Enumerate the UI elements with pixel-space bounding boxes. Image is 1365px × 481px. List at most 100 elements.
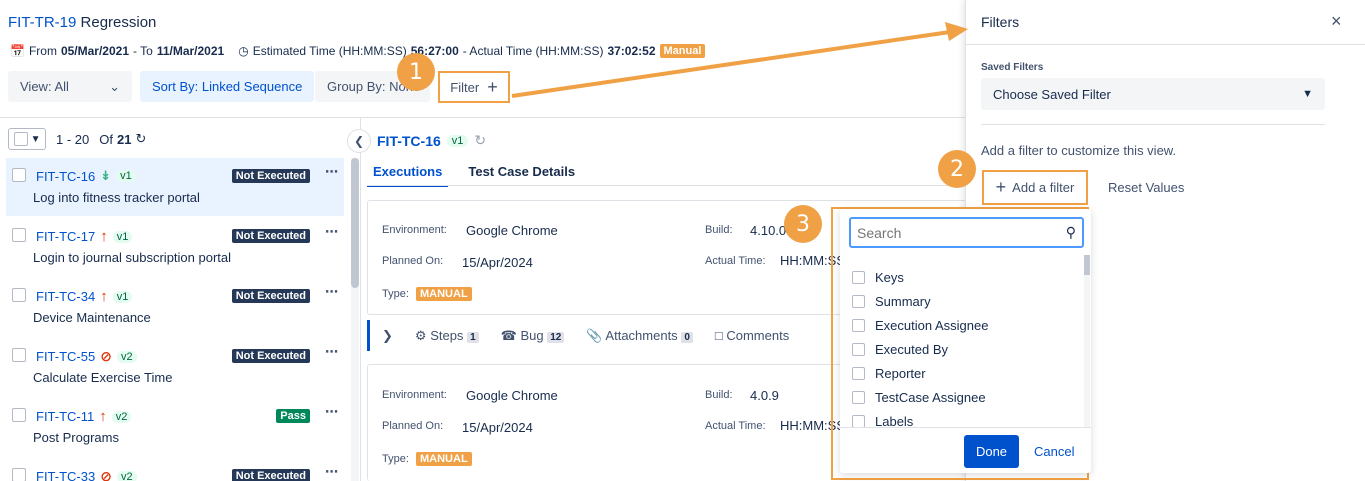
filter-hint: Add a filter to customize this view. (981, 143, 1177, 158)
row-checkbox[interactable] (12, 468, 26, 481)
select-all-checkbox[interactable] (13, 132, 28, 146)
filter-option[interactable]: Reporter (852, 361, 988, 385)
reset-values-button[interactable]: Reset Values (1108, 180, 1184, 195)
list-item[interactable]: FIT-TC-11 ↑ v2 Post Programs Pass ⋯ (6, 398, 344, 456)
chevron-down-icon: ▼ (30, 133, 41, 145)
saved-filters-label: Saved Filters (981, 62, 1044, 73)
drawer-title: Filters (981, 14, 1020, 30)
priority-high-icon: ↑ (100, 228, 108, 245)
priority-high-icon: ↑ (100, 288, 108, 305)
more-icon[interactable]: ⋯ (325, 344, 338, 360)
comments-tab[interactable]: □ Comments (715, 328, 789, 343)
test-run-key[interactable]: FIT-TR-19 (8, 14, 76, 31)
filter-option[interactable]: Summary (852, 289, 988, 313)
more-icon[interactable]: ⋯ (325, 464, 338, 480)
type-badge: Manual (659, 44, 706, 58)
attachments-tab[interactable]: 📎 Attachments 0 (586, 328, 693, 344)
list-item[interactable]: FIT-TC-33 ⊘ v2 Not Executed ⋯ (6, 458, 344, 481)
row-checkbox[interactable] (12, 408, 26, 422)
option-checkbox[interactable] (852, 342, 865, 356)
list-item[interactable]: FIT-TC-16 ↡ v1 Log into fitness tracker po… (6, 158, 344, 216)
option-checkbox[interactable] (852, 366, 865, 380)
divider (0, 117, 965, 118)
planned-on-value: 15/Apr/2024 (462, 255, 533, 270)
search-input[interactable] (857, 224, 1057, 241)
collapse-panel-button[interactable]: ❮ (347, 129, 371, 153)
search-icon: ⚲ (1065, 224, 1076, 240)
priority-low-icon: ↡ (100, 168, 112, 183)
status-badge: Not Executed (231, 169, 310, 183)
build-value: 4.10.0 (750, 223, 787, 238)
status-badge: Not Executed (231, 229, 310, 243)
row-checkbox[interactable] (12, 348, 26, 362)
type-badge: MANUAL (416, 287, 472, 301)
option-checkbox[interactable] (852, 390, 865, 404)
plus-icon: + (995, 177, 1007, 197)
row-checkbox[interactable] (12, 168, 26, 182)
calendar-icon: 📅 (10, 44, 25, 58)
done-button[interactable]: Done (964, 435, 1019, 468)
execution-actions: ❯ ⚙ Steps 1 ☎ Bug 12 📎 Attachments 0 □ C… (367, 320, 837, 351)
list-total: 21 (116, 131, 132, 147)
refresh-icon[interactable]: ↻ (135, 131, 146, 147)
search-field[interactable]: ⚲ (849, 217, 1084, 248)
option-checkbox[interactable] (852, 294, 865, 308)
list-item[interactable]: FIT-TC-34 ↑ v1 Device Maintenance Not Exec… (6, 278, 344, 336)
environment-value: Google Chrome (466, 223, 558, 238)
option-checkbox[interactable] (852, 318, 865, 332)
option-checkbox[interactable] (852, 270, 865, 284)
planned-on-value: 15/Apr/2024 (462, 420, 533, 435)
refresh-icon[interactable]: ↻ (474, 132, 486, 149)
priority-high-icon: ↑ (99, 408, 107, 425)
view-select[interactable]: View: All ⌄ (8, 71, 132, 102)
tab-executions[interactable]: Executions (367, 160, 449, 187)
bulk-select[interactable]: ▼ (8, 128, 46, 150)
to-date: 11/Mar/2021 (156, 44, 225, 58)
close-icon[interactable]: × (1331, 11, 1342, 32)
cancel-button[interactable]: Cancel (1034, 444, 1074, 459)
from-date: 05/Mar/2021 (60, 44, 130, 58)
priority-blocker-icon: ⊘ (100, 348, 112, 364)
status-badge: Pass (276, 409, 310, 423)
bug-tab[interactable]: ☎ Bug 12 (501, 328, 565, 344)
list-item[interactable]: FIT-TC-55 ⊘ v2 Calculate Exercise Time Not… (6, 338, 344, 396)
sort-button[interactable]: Sort By: Linked Sequence (140, 71, 315, 102)
filter-option[interactable]: TestCase Assignee (852, 385, 988, 409)
option-checkbox[interactable] (852, 414, 865, 428)
tab-test-case-details[interactable]: Test Case Details (462, 160, 581, 187)
chevron-down-icon: ▼ (1302, 88, 1313, 100)
saved-filter-select[interactable]: Choose Saved Filter ▼ (981, 78, 1325, 110)
dropdown-scrollbar[interactable] (1084, 255, 1090, 427)
filter-option[interactable]: Keys (852, 265, 988, 289)
callout-3: 3 (784, 205, 822, 243)
callout-1: 1 (397, 53, 435, 91)
add-filter-button[interactable]: + Add a filter (982, 170, 1088, 205)
build-value: 4.0.9 (750, 388, 779, 403)
more-icon[interactable]: ⋯ (325, 224, 338, 240)
filter-option[interactable]: Executed By (852, 337, 988, 361)
test-run-meta: 📅 From 05/Mar/2021 - To 11/Mar/2021 ◷ Es… (10, 44, 706, 58)
list-range: 1 - 20 (56, 131, 90, 147)
test-run-name: Regression (80, 14, 157, 31)
list-item[interactable]: FIT-TC-17 ↑ v1 Login to journal subscripti… (6, 218, 344, 276)
more-icon[interactable]: ⋯ (325, 284, 338, 300)
more-icon[interactable]: ⋯ (325, 404, 338, 420)
filter-button[interactable]: Filter + (438, 71, 510, 103)
environment-value: Google Chrome (466, 388, 558, 403)
actual-time: 37:02:52 (607, 44, 656, 58)
list-header: ▼ 1 - 20 Of 21 ↻ (8, 128, 146, 150)
divider (367, 185, 967, 186)
filter-option[interactable]: Labels (852, 409, 988, 433)
list-scrollbar[interactable] (351, 158, 359, 481)
row-checkbox[interactable] (12, 288, 26, 302)
status-badge: Not Executed (231, 469, 310, 481)
row-checkbox[interactable] (12, 228, 26, 242)
clock-icon: ◷ (238, 44, 249, 58)
filter-option[interactable]: Execution Assignee (852, 313, 988, 337)
chevron-right-icon[interactable]: ❯ (382, 328, 393, 344)
steps-tab[interactable]: ⚙ Steps 1 (415, 328, 479, 344)
callout-2: 2 (938, 150, 976, 188)
more-icon[interactable]: ⋯ (325, 164, 338, 180)
priority-blocker-icon: ⊘ (100, 468, 112, 481)
detail-tabs: Executions Test Case Details (367, 160, 581, 187)
